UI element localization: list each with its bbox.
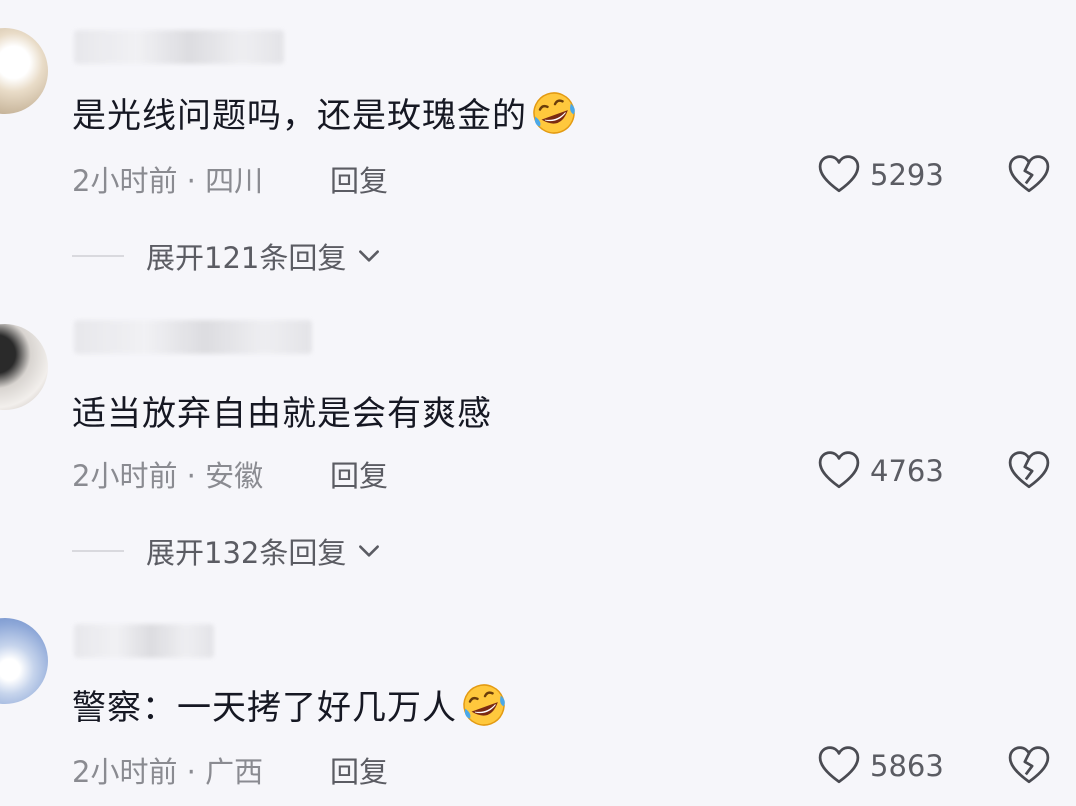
comment-meta: 2小时前 · 四川 — [72, 164, 264, 198]
avatar[interactable] — [0, 324, 48, 410]
broken-heart-icon[interactable] — [1008, 450, 1050, 492]
comment-meta: 2小时前 · 安徽 — [72, 459, 264, 493]
like-button[interactable]: 5293 — [818, 154, 944, 196]
heart-icon — [818, 450, 860, 492]
broken-heart-icon[interactable] — [1008, 154, 1050, 196]
heart-icon — [818, 745, 860, 787]
username-blurred[interactable] — [74, 30, 284, 64]
like-count: 5293 — [870, 158, 944, 192]
comment-text: 是光线问题吗，还是玫瑰金的 — [72, 88, 577, 137]
heart-icon — [818, 154, 860, 196]
like-button[interactable]: 4763 — [818, 450, 944, 492]
like-button[interactable]: 5863 — [818, 745, 944, 787]
like-count: 5863 — [870, 749, 944, 783]
avatar[interactable] — [0, 618, 48, 704]
reply-button[interactable]: 回复 — [330, 158, 388, 200]
rolling-on-floor-laughing-icon — [461, 682, 507, 728]
broken-heart-icon[interactable] — [1008, 745, 1050, 787]
like-count: 4763 — [870, 454, 944, 488]
expand-replies-button[interactable]: 展开121条回复 — [72, 235, 382, 277]
username-blurred[interactable] — [74, 624, 214, 658]
chevron-down-icon — [356, 243, 382, 269]
divider — [72, 255, 124, 257]
reply-button[interactable]: 回复 — [330, 453, 388, 495]
reply-button[interactable]: 回复 — [330, 749, 388, 791]
chevron-down-icon — [356, 538, 382, 564]
comment-meta: 2小时前 · 广西 — [72, 755, 264, 789]
rolling-on-floor-laughing-icon — [531, 90, 577, 136]
avatar[interactable] — [0, 28, 48, 114]
divider — [72, 550, 124, 552]
username-blurred[interactable] — [74, 320, 312, 354]
comment-text: 警察：一天拷了好几万人 — [72, 680, 507, 729]
expand-replies-button[interactable]: 展开132条回复 — [72, 530, 382, 572]
comment-text: 适当放弃自由就是会有爽感 — [72, 394, 492, 434]
